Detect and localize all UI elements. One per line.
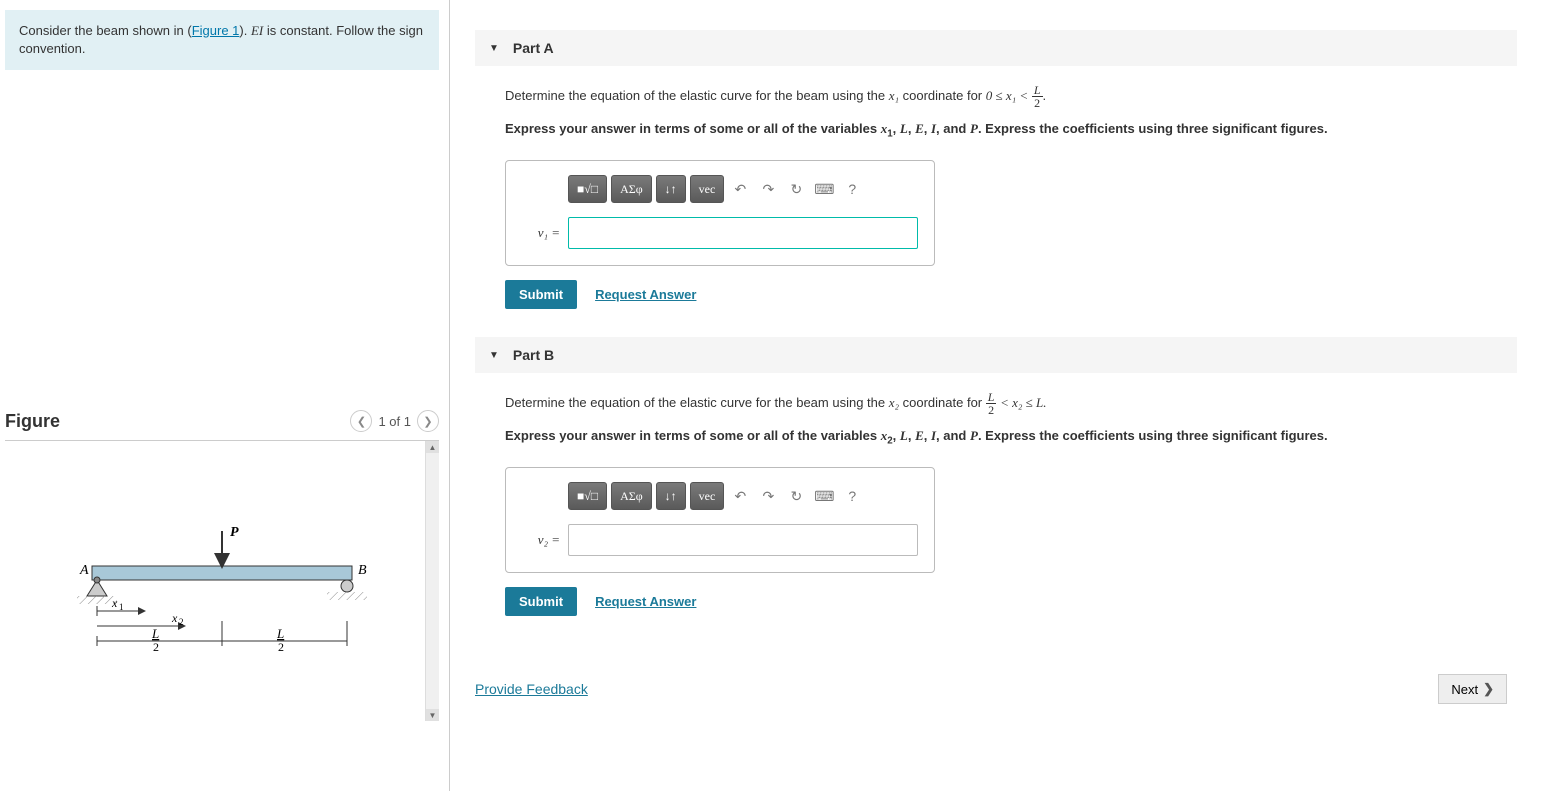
part-a-header[interactable]: ▼ Part A bbox=[475, 30, 1517, 66]
reset-icon[interactable]: ↻ bbox=[784, 484, 808, 508]
q-text: coordinate for bbox=[899, 88, 986, 103]
figure-pager: ❮ 1 of 1 ❯ bbox=[350, 410, 439, 432]
q-text: coordinate for bbox=[899, 395, 986, 410]
q-text: Determine the equation of the elastic cu… bbox=[505, 395, 889, 410]
part-b-header[interactable]: ▼ Part B bbox=[475, 337, 1517, 373]
svg-text:2: 2 bbox=[153, 640, 159, 654]
keyboard-icon[interactable]: ⌨ bbox=[812, 177, 836, 201]
help-icon[interactable]: ? bbox=[840, 177, 864, 201]
answer-row: v₁ = bbox=[522, 217, 918, 249]
chevron-right-icon: ❯ bbox=[1483, 681, 1494, 697]
equation-toolbar: ■√□ ΑΣφ ↓↑ vec ↶ ↷ ↻ ⌨ ? bbox=[522, 482, 918, 510]
keyboard-icon[interactable]: ⌨ bbox=[812, 484, 836, 508]
beam-diagram: P A B x 1 x 2 L bbox=[62, 511, 382, 671]
part-b-question: Determine the equation of the elastic cu… bbox=[505, 391, 1487, 416]
svg-text:2: 2 bbox=[179, 617, 184, 627]
greek-button[interactable]: ΑΣφ bbox=[611, 482, 652, 510]
subsup-button[interactable]: ↓↑ bbox=[656, 175, 686, 203]
svg-text:A: A bbox=[79, 563, 89, 578]
answer-label-v2: v₂ = bbox=[522, 532, 560, 548]
part-b-answer-input[interactable] bbox=[568, 524, 918, 556]
svg-text:x: x bbox=[111, 596, 118, 610]
svg-text:x: x bbox=[171, 611, 178, 625]
figure-next-button[interactable]: ❯ bbox=[417, 410, 439, 432]
part-b-body: Determine the equation of the elastic cu… bbox=[475, 391, 1517, 644]
problem-text-prefix: Consider the beam shown in ( bbox=[19, 23, 192, 38]
figure-page-count: 1 of 1 bbox=[378, 414, 411, 429]
figure-body: ▲ ▼ bbox=[5, 441, 439, 721]
reset-icon[interactable]: ↻ bbox=[784, 177, 808, 201]
part-a-title: Part A bbox=[513, 40, 554, 56]
problem-statement: Consider the beam shown in (Figure 1). E… bbox=[5, 10, 439, 70]
right-panel: ▼ Part A Determine the equation of the e… bbox=[450, 0, 1542, 791]
range-text: < x₂ ≤ L. bbox=[1000, 395, 1046, 410]
figure-link[interactable]: Figure 1 bbox=[192, 23, 240, 38]
part-a-body: Determine the equation of the elastic cu… bbox=[475, 84, 1517, 337]
fraction: L2 bbox=[986, 391, 997, 416]
part-b-request-answer-link[interactable]: Request Answer bbox=[595, 594, 696, 609]
figure-scrollbar[interactable]: ▲ ▼ bbox=[425, 441, 439, 721]
vec-button[interactable]: vec bbox=[690, 175, 725, 203]
scroll-up-icon[interactable]: ▲ bbox=[426, 441, 439, 453]
part-b-answer-box: ■√□ ΑΣφ ↓↑ vec ↶ ↷ ↻ ⌨ ? v₂ = bbox=[505, 467, 935, 573]
part-b-submit-button[interactable]: Submit bbox=[505, 587, 577, 616]
scroll-down-icon[interactable]: ▼ bbox=[426, 709, 439, 721]
redo-icon[interactable]: ↷ bbox=[756, 484, 780, 508]
x2-var: x₂ bbox=[889, 395, 899, 410]
figure-section: Figure ❮ 1 of 1 ❯ ▲ ▼ bbox=[5, 410, 439, 721]
equation-toolbar: ■√□ ΑΣφ ↓↑ vec ↶ ↷ ↻ ⌨ ? bbox=[522, 175, 918, 203]
next-label: Next bbox=[1451, 682, 1478, 697]
part-a-instruction: Express your answer in terms of some or … bbox=[505, 119, 1487, 142]
help-icon[interactable]: ? bbox=[840, 484, 864, 508]
part-b-instruction: Express your answer in terms of some or … bbox=[505, 426, 1487, 449]
caret-down-icon: ▼ bbox=[489, 43, 499, 54]
provide-feedback-link[interactable]: Provide Feedback bbox=[475, 681, 588, 697]
subsup-button[interactable]: ↓↑ bbox=[656, 482, 686, 510]
footer-row: Provide Feedback Next ❯ bbox=[475, 674, 1517, 704]
answer-row: v₂ = bbox=[522, 524, 918, 556]
undo-icon[interactable]: ↶ bbox=[728, 177, 752, 201]
problem-text-suffix1: ). bbox=[239, 23, 251, 38]
x1-var: x₁ bbox=[889, 88, 899, 103]
part-a-question: Determine the equation of the elastic cu… bbox=[505, 84, 1487, 109]
figure-header: Figure ❮ 1 of 1 ❯ bbox=[5, 410, 439, 441]
q-text: Determine the equation of the elastic cu… bbox=[505, 88, 889, 103]
part-a-actions: Submit Request Answer bbox=[505, 280, 1487, 309]
part-a-answer-box: ■√□ ΑΣφ ↓↑ vec ↶ ↷ ↻ ⌨ ? v₁ = bbox=[505, 160, 935, 266]
part-a-request-answer-link[interactable]: Request Answer bbox=[595, 287, 696, 302]
svg-text:1: 1 bbox=[119, 602, 124, 612]
svg-text:2: 2 bbox=[278, 640, 284, 654]
svg-text:P: P bbox=[230, 525, 239, 540]
svg-text:L: L bbox=[276, 626, 284, 641]
ei-variable: EI bbox=[251, 23, 263, 38]
answer-label-v1: v₁ = bbox=[522, 225, 560, 241]
caret-down-icon: ▼ bbox=[489, 350, 499, 361]
q-text: . bbox=[1043, 88, 1047, 103]
next-button[interactable]: Next ❯ bbox=[1438, 674, 1507, 704]
svg-text:L: L bbox=[151, 626, 159, 641]
redo-icon[interactable]: ↷ bbox=[756, 177, 780, 201]
greek-button[interactable]: ΑΣφ bbox=[611, 175, 652, 203]
part-b-actions: Submit Request Answer bbox=[505, 587, 1487, 616]
frac-den: 2 bbox=[986, 404, 997, 416]
templates-button[interactable]: ■√□ bbox=[568, 482, 607, 510]
templates-button[interactable]: ■√□ bbox=[568, 175, 607, 203]
figure-prev-button[interactable]: ❮ bbox=[350, 410, 372, 432]
part-b-title: Part B bbox=[513, 347, 554, 363]
range-text: 0 ≤ x₁ < bbox=[986, 88, 1028, 103]
figure-title: Figure bbox=[5, 411, 60, 432]
undo-icon[interactable]: ↶ bbox=[728, 484, 752, 508]
part-a-submit-button[interactable]: Submit bbox=[505, 280, 577, 309]
left-panel: Consider the beam shown in (Figure 1). E… bbox=[0, 0, 450, 791]
svg-text:B: B bbox=[358, 563, 367, 578]
fraction: L2 bbox=[1032, 84, 1043, 109]
frac-den: 2 bbox=[1032, 97, 1043, 109]
part-a-answer-input[interactable] bbox=[568, 217, 918, 249]
vec-button[interactable]: vec bbox=[690, 482, 725, 510]
